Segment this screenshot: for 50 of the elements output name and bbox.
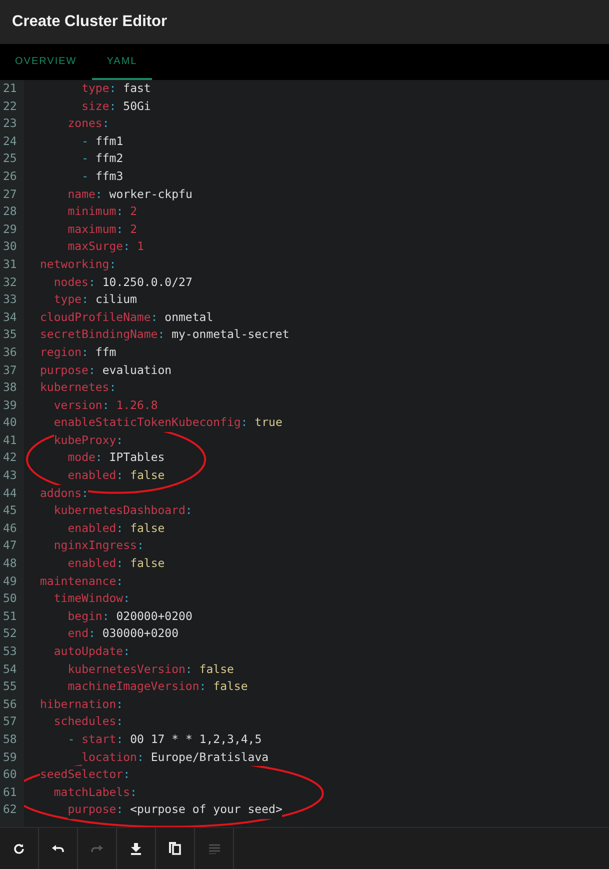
line-number: 57	[2, 713, 18, 730]
line-number: 32	[2, 274, 18, 291]
line-number: 62	[2, 801, 18, 818]
line-number: 48	[2, 555, 18, 572]
line-number: 22	[2, 98, 18, 115]
line-number: 25	[2, 150, 18, 168]
line-number: 56	[2, 696, 18, 713]
line-number: 52	[2, 625, 18, 642]
line-number: 49	[2, 572, 18, 590]
line-number: 47	[2, 537, 18, 554]
line-number: 37	[2, 362, 18, 378]
line-number: 39	[2, 396, 18, 414]
line-number: 33	[2, 291, 18, 308]
line-number: 53	[2, 643, 18, 660]
undo-icon	[52, 844, 64, 854]
line-number: 59	[2, 748, 18, 766]
line-number: 55	[2, 678, 18, 696]
line-number: 40	[2, 414, 18, 432]
line-number: 54	[2, 660, 18, 678]
line-number: 44	[2, 484, 18, 502]
line-number: 51	[2, 608, 18, 625]
refresh-icon	[13, 842, 25, 854]
line-number: 42	[2, 449, 18, 466]
line-number: 50	[2, 590, 18, 608]
line-number: 46	[2, 520, 18, 537]
line-number: 23	[2, 115, 18, 132]
line-number: 34	[2, 308, 18, 326]
copy-icon	[169, 842, 181, 855]
line-number: 58	[2, 730, 18, 748]
line-number: 35	[2, 326, 18, 344]
line-number: 36	[2, 344, 18, 361]
window-title: Create Cluster Editor	[12, 13, 168, 31]
line-number: 43	[2, 467, 18, 484]
line-number: 24	[2, 132, 18, 150]
line-number: 29	[2, 220, 18, 238]
line-number: 41	[2, 432, 18, 449]
line-number: 31	[2, 256, 18, 273]
line-number: 26	[2, 168, 18, 185]
line-number: 28	[2, 203, 18, 220]
download-icon	[131, 842, 141, 854]
line-number: 60	[2, 766, 18, 784]
line-number: 61	[2, 784, 18, 801]
line-number: 21	[2, 80, 18, 97]
tab[interactable]: OVERVIEW	[0, 44, 92, 80]
line-number: 30	[2, 238, 18, 256]
line-number: 27	[2, 186, 18, 203]
text-lines-icon	[208, 844, 220, 854]
line-number: 38	[2, 379, 18, 396]
line-number: 45	[2, 502, 18, 520]
redo-icon	[91, 844, 103, 854]
